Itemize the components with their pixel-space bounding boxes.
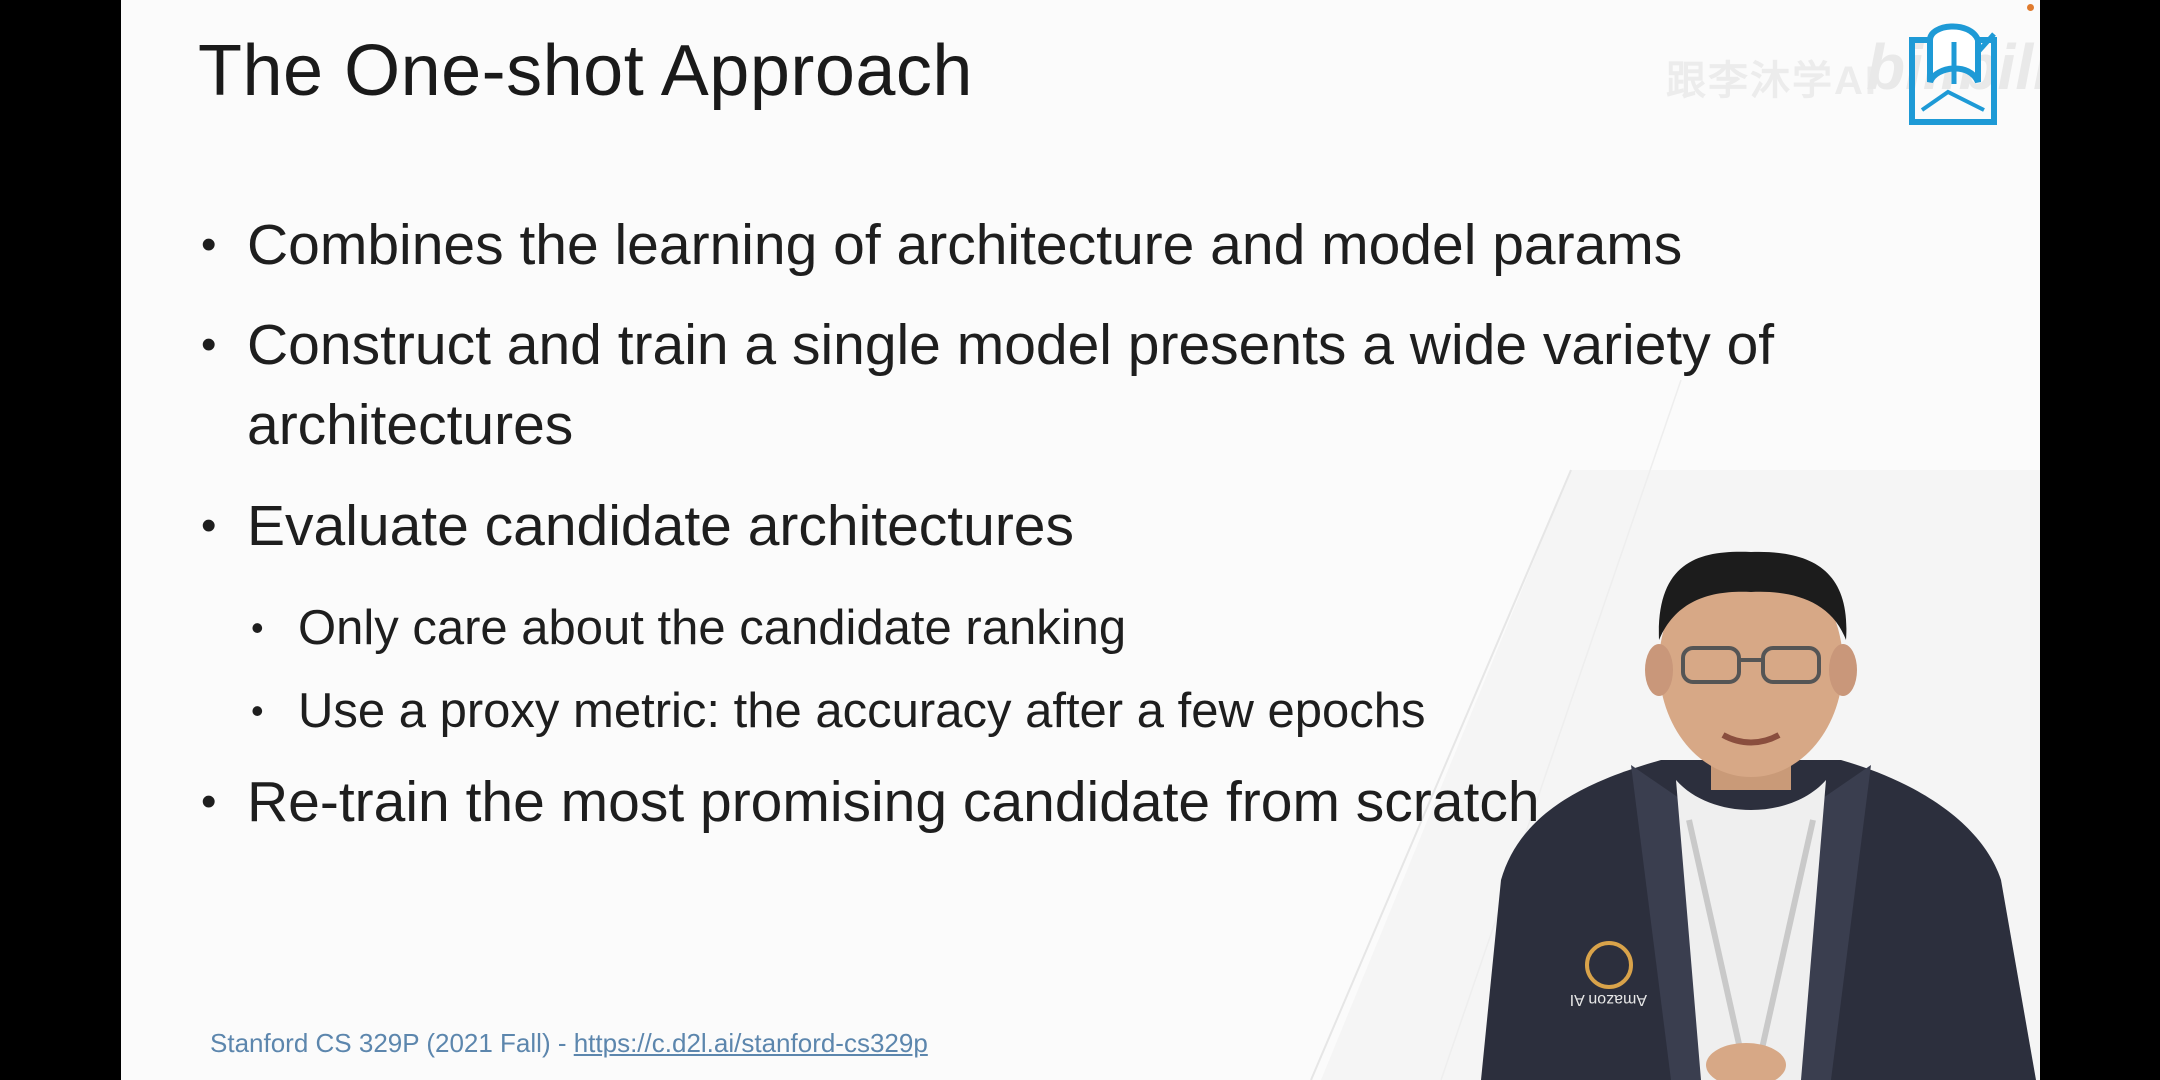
bullet-dot: •: [201, 501, 217, 550]
course-link[interactable]: https://c.d2l.ai/stanford-cs329p: [574, 1028, 928, 1058]
watermark-text: 跟李沐学AI: [1666, 59, 1878, 103]
sub-bullet-text: Only care about the candidate ranking: [298, 601, 1127, 655]
shirt-logo-text: Amazon AI: [1570, 991, 1647, 1008]
lecture-slide: The One-shot Approach 跟李沐学AI bilibili • …: [121, 0, 2040, 1080]
bullet-text: Combines the learning of architecture an…: [247, 213, 1683, 277]
video-frame: The One-shot Approach 跟李沐学AI bilibili • …: [0, 0, 2160, 1080]
bullet-dot: •: [201, 320, 217, 369]
bullet-text: architectures: [247, 393, 574, 457]
d2l-book-logo-icon: [1909, 23, 1997, 125]
sub-bullet-dot: •: [251, 607, 264, 648]
presenter-video: Amazon AI: [1481, 551, 2036, 1080]
bullet-dot: •: [201, 777, 217, 826]
recording-indicator-dot: [2027, 4, 2034, 11]
bullet-text: Re-train the most promising candidate fr…: [247, 770, 1540, 834]
slide-title: The One-shot Approach: [198, 31, 973, 111]
bullet-text: Construct and train a single model prese…: [247, 313, 1775, 377]
sub-bullet-dot: •: [251, 690, 264, 731]
slide-footer: Stanford CS 329P (2021 Fall) - https://c…: [210, 1028, 928, 1059]
bullet-dot: •: [201, 220, 217, 269]
footer-course-label: Stanford CS 329P (2021 Fall) -: [210, 1028, 574, 1058]
sub-bullet-text: Use a proxy metric: the accuracy after a…: [298, 684, 1426, 738]
bullet-text: Evaluate candidate architectures: [247, 494, 1075, 558]
